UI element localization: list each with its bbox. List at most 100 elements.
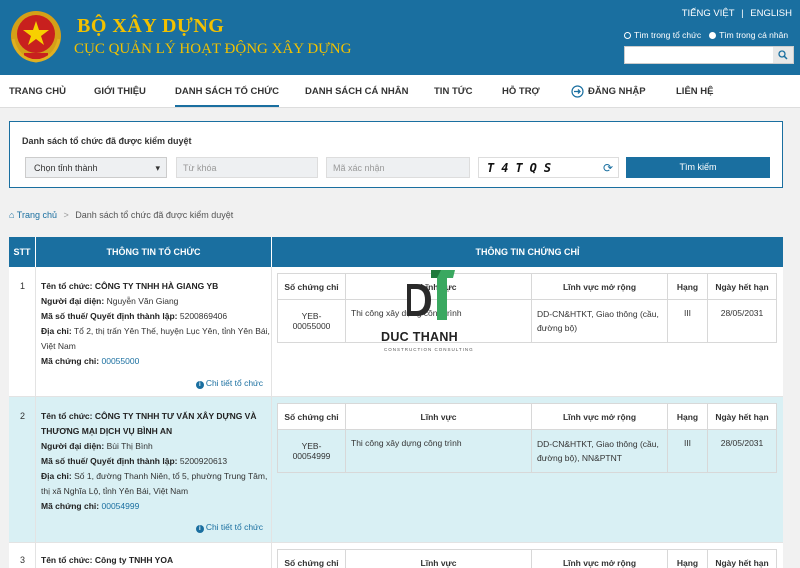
org-rep: Bùi Thị Bình (106, 441, 153, 451)
nav-news[interactable]: TIN TỨC (434, 86, 473, 97)
filter-panel: Danh sách tổ chức đã được kiểm duyệt Chọ… (9, 121, 783, 188)
cert-expiry: 28/05/2031 (720, 308, 764, 318)
province-select-value: Chọn tỉnh thành (34, 163, 98, 173)
cert-expiry: 28/05/2031 (720, 438, 764, 448)
cert-number: YEB-00054999 (278, 430, 346, 472)
label-org-name: Tên tổ chức: (41, 281, 93, 291)
header-search-button[interactable] (773, 47, 793, 63)
org-rep: Nguyễn Văn Giang (106, 296, 179, 306)
chevron-down-icon: ▾ (155, 163, 160, 173)
org-address: Tổ 2, thị trấn Yên Thế, huyện Lục Yên, t… (41, 326, 270, 351)
nav-support[interactable]: HỖ TRỢ (502, 86, 540, 97)
label-rep: Người đại diện: (41, 296, 105, 306)
cert-field: Thi công xây dựng công trình (346, 430, 532, 472)
org-detail-link[interactable]: i Chi tiết tổ chức (195, 522, 263, 533)
nav-login[interactable]: ĐĂNG NHẬP (571, 85, 646, 98)
watermark-subtext: CONSTRUCTION CONSULTING (384, 347, 474, 352)
nav-org-list[interactable]: DANH SÁCH TỔ CHỨC (175, 86, 279, 107)
label-rep: Người đại diện: (41, 441, 105, 451)
filter-title: Danh sách tổ chức đã được kiểm duyệt (22, 136, 192, 146)
header-stt: STT (9, 237, 35, 267)
cert-col-field: Lĩnh vực (346, 550, 532, 568)
org-info: Tên tổ chức: CÔNG TY TNHH TƯ VẤN XÂY DỰN… (41, 409, 271, 514)
label-org-name: Tên tổ chức: (41, 411, 93, 421)
header-org-info: THÔNG TIN TỔ CHỨC (36, 237, 271, 267)
header-search-input[interactable] (624, 46, 794, 64)
captcha-image: T4TQS ⟳ (478, 157, 619, 178)
province-select[interactable]: Chọn tỉnh thành ▾ (25, 157, 167, 178)
lang-english-link[interactable]: ENGLISH (750, 8, 792, 19)
nav-contact[interactable]: LIÊN HỆ (676, 86, 713, 97)
cert-col-rank: Hạng (668, 404, 708, 429)
info-icon: i (195, 525, 204, 533)
breadcrumb-current: Danh sách tổ chức đã được kiểm duyệt (75, 210, 234, 220)
org-name: CÔNG TY TNHH HÀ GIANG YB (94, 281, 219, 291)
cert-col-rank: Hạng (668, 550, 708, 568)
table-row: 2 Tên tổ chức: CÔNG TY TNHH TƯ VẤN XÂY D… (9, 397, 783, 543)
cert-rank: III (668, 300, 708, 342)
cert-table-header: Số chứng chỉ Lĩnh vực Lĩnh vực mở rộng H… (277, 549, 777, 568)
header-cert-info: THÔNG TIN CHỨNG CHỈ (272, 237, 783, 267)
radio-search-person[interactable]: Tìm trong cá nhân (709, 30, 788, 40)
cert-table: Số chứng chỉ Lĩnh vực Lĩnh vực mở rộng H… (277, 549, 777, 568)
nav-about[interactable]: GIỚI THIỆU (94, 86, 146, 97)
refresh-icon[interactable]: ⟳ (601, 161, 615, 175)
org-cert-code-link[interactable]: 00055000 (101, 356, 139, 366)
search-button[interactable]: Tìm kiếm (626, 157, 770, 178)
login-icon (571, 85, 584, 98)
cert-col-extended: Lĩnh vực mở rộng (532, 404, 668, 429)
org-tax: 5200920613 (179, 456, 228, 466)
ministry-title[interactable]: BỘ XÂY DỰNG (77, 15, 224, 38)
cert-table-header: Số chứng chỉ Lĩnh vực Lĩnh vực mở rộng H… (277, 273, 777, 300)
cert-col-number: Số chứng chỉ (278, 550, 346, 568)
cert-col-extended: Lĩnh vực mở rộng (532, 274, 668, 299)
cert-col-extended: Lĩnh vực mở rộng (532, 550, 668, 568)
cert-table: Số chứng chỉ Lĩnh vực Lĩnh vực mở rộng H… (277, 403, 777, 473)
radio-person-indicator[interactable] (709, 31, 717, 39)
department-title[interactable]: CỤC QUẢN LÝ HOẠT ĐỘNG XÂY DỰNG (74, 41, 351, 58)
radio-org-label: Tìm trong tổ chức (634, 30, 702, 40)
national-emblem-icon[interactable] (9, 9, 63, 65)
search-icon (778, 50, 788, 60)
radio-org-indicator[interactable] (624, 31, 631, 39)
nav-person-list[interactable]: DANH SÁCH CÁ NHÂN (305, 86, 408, 97)
row-stt: 1 (20, 281, 26, 291)
captcha-text: T4TQS (487, 161, 559, 175)
cert-number: YEB-00055000 (278, 300, 346, 342)
org-detail-label: Chi tiết tổ chức (205, 378, 263, 388)
cert-row: YEB-00055000 Thi công xây dựng công trìn… (277, 300, 777, 343)
row-stt: 3 (20, 555, 26, 565)
label-address: Địa chỉ: (41, 326, 72, 336)
cert-table-header: Số chứng chỉ Lĩnh vực Lĩnh vực mở rộng H… (277, 403, 777, 430)
row-stt: 2 (20, 411, 26, 421)
org-info: Tên tổ chức: CÔNG TY TNHH HÀ GIANG YB Ng… (41, 279, 271, 369)
keyword-input[interactable]: Từ khóa (176, 157, 318, 178)
org-tax: 5200869406 (179, 311, 228, 321)
cert-col-expiry: Ngày hết hạn (715, 281, 769, 292)
duc-thanh-logo-icon (407, 270, 455, 320)
org-info: Tên tổ chức: Công ty TNHH YOA (41, 553, 271, 568)
info-icon: i (195, 381, 204, 389)
cert-col-number: Số chứng chỉ (278, 274, 346, 299)
org-cert-code-link[interactable]: 00054999 (101, 501, 139, 511)
cert-col-expiry: Ngày hết hạn (715, 557, 769, 568)
label-address: Địa chỉ: (41, 471, 72, 481)
lang-separator: | (741, 8, 744, 19)
org-detail-link[interactable]: i Chi tiết tổ chức (195, 378, 263, 389)
site-header: BỘ XÂY DỰNG CỤC QUẢN LÝ HOẠT ĐỘNG XÂY DỰ… (0, 0, 800, 75)
watermark-text: DUC THANH (381, 330, 458, 344)
label-tax: Mã số thuế/ Quyết định thành lập: (41, 311, 178, 321)
org-detail-label: Chi tiết tổ chức (205, 522, 263, 532)
nav-home[interactable]: TRANG CHỦ (9, 86, 66, 97)
cert-extended: DD-CN&HTKT, Giao thông (cầu, đường bộ), … (532, 430, 668, 472)
cert-extended: DD-CN&HTKT, Giao thông (cầu, đường bộ) (532, 300, 668, 342)
breadcrumb-home[interactable]: ⌂ Trang chủ (9, 210, 60, 220)
radio-person-label: Tìm trong cá nhân (719, 30, 789, 40)
cert-row: YEB-00054999 Thi công xây dựng công trìn… (277, 430, 777, 473)
label-cert-code: Mã chứng chỉ: (41, 356, 100, 366)
radio-search-org[interactable]: Tìm trong tổ chức (624, 30, 701, 40)
cert-rank: III (668, 430, 708, 472)
captcha-input[interactable]: Mã xác nhận (326, 157, 470, 178)
org-name: Công ty TNHH YOA (94, 555, 174, 565)
lang-vietnamese-link[interactable]: TIẾNG VIỆT (682, 8, 735, 19)
